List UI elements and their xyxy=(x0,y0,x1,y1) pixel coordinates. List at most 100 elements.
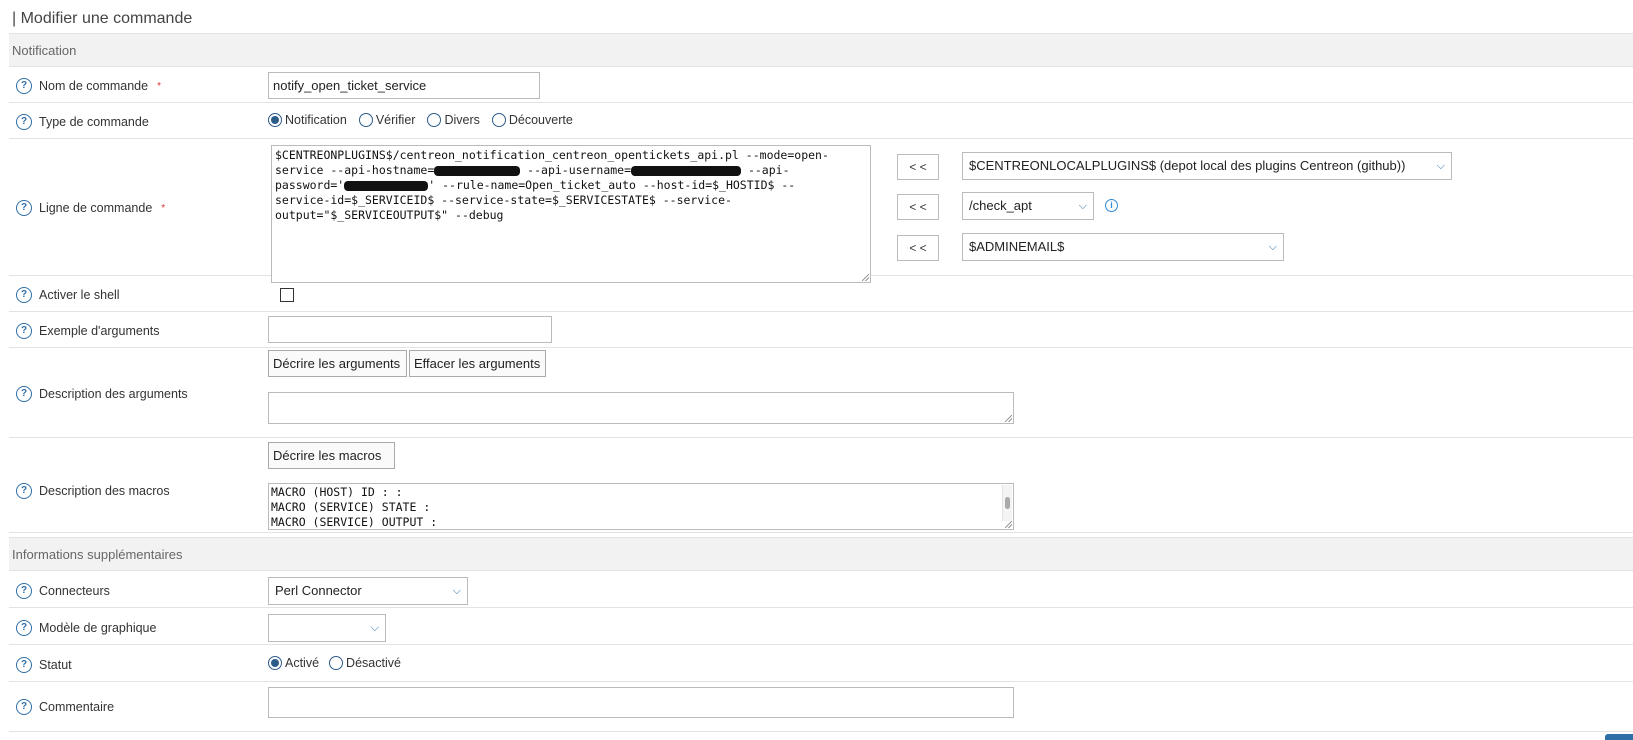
describe-macros-button[interactable]: Décrire les macros xyxy=(268,442,395,469)
required-marker: * xyxy=(157,80,161,92)
command-line-text: --api-username= xyxy=(520,163,632,177)
radio-label: Divers xyxy=(444,113,480,127)
resize-grip-icon[interactable] xyxy=(1005,521,1012,528)
help-icon[interactable]: ? xyxy=(16,78,32,94)
plugin-select[interactable]: /check_apt ⌵ xyxy=(962,192,1094,220)
radio-active[interactable]: Activé xyxy=(268,656,319,670)
row-connectors: ? Connecteurs Perl Connector ⌵ xyxy=(9,571,1633,608)
radio-inactive[interactable]: Désactivé xyxy=(329,656,401,670)
redaction-mark xyxy=(434,165,521,176)
graph-template-select[interactable]: ⌵ xyxy=(268,614,386,642)
enable-shell-label: Activer le shell xyxy=(39,288,120,302)
radio-button[interactable] xyxy=(427,113,442,127)
status-label: Statut xyxy=(39,658,72,672)
help-icon[interactable]: ? xyxy=(16,287,32,303)
resize-grip-icon[interactable] xyxy=(1005,415,1012,422)
chevron-down-icon: ⌵ xyxy=(452,585,461,597)
comment-textarea[interactable] xyxy=(268,687,1014,718)
help-icon[interactable]: ? xyxy=(16,114,32,130)
submit-button-edge[interactable] xyxy=(1605,734,1633,740)
radio-button[interactable] xyxy=(329,656,344,670)
radio-verifier[interactable]: Vérifier xyxy=(358,113,415,127)
row-command-line: ? Ligne de commande * $CENTREONPLUGINS$/c… xyxy=(9,139,1633,283)
chevron-down-icon: ⌵ xyxy=(1268,241,1277,253)
command-line-textarea[interactable]: $CENTREONPLUGINS$/centreon_notification_… xyxy=(271,145,871,283)
radio-button[interactable] xyxy=(358,113,373,127)
chevron-down-icon: ⌵ xyxy=(1078,200,1087,212)
describe-arguments-button[interactable]: Décrire les arguments xyxy=(268,350,407,377)
argument-description-textarea[interactable] xyxy=(268,392,1014,424)
label-group: ? Modèle de graphique xyxy=(16,620,156,636)
command-line-text: --api- xyxy=(741,163,790,177)
label-group: ? Nom de commande * xyxy=(16,78,161,94)
macro-description-text: MACRO (HOST) ID : : MACRO (SERVICE) STAT… xyxy=(271,485,438,529)
page-title: | Modifier une commande xyxy=(12,10,193,27)
row-command-name: ? Nom de commande * notify_open_ticket_se… xyxy=(9,67,1633,103)
help-icon[interactable]: ? xyxy=(16,620,32,636)
radio-decouverte[interactable]: Découverte xyxy=(491,113,573,127)
macro-description-textarea[interactable]: MACRO (HOST) ID : : MACRO (SERVICE) STAT… xyxy=(268,483,1014,530)
insert-macro-button[interactable]: < < xyxy=(897,235,939,261)
help-icon[interactable]: ? xyxy=(16,483,32,499)
help-icon[interactable]: ? xyxy=(16,200,32,216)
chevron-down-icon: ⌵ xyxy=(370,622,379,634)
label-group: ? Ligne de commande * xyxy=(16,200,165,216)
section-header-notification: Notification xyxy=(9,33,1633,67)
label-group: ? Connecteurs xyxy=(16,583,110,599)
row-argument-description: ? Description des arguments Décrire les … xyxy=(9,348,1633,438)
command-line-text: service --api-hostname= xyxy=(275,163,435,177)
command-line-label: Ligne de commande xyxy=(39,201,153,215)
command-type-label: Type de commande xyxy=(39,115,149,129)
command-line-text: $CENTREONPLUGINS$/centreon_notification_… xyxy=(275,148,829,162)
clear-arguments-button[interactable]: Effacer les arguments xyxy=(409,350,546,377)
scrollbar[interactable] xyxy=(1002,485,1012,521)
radio-button[interactable] xyxy=(491,113,506,127)
radio-divers[interactable]: Divers xyxy=(427,113,480,127)
footer-divider xyxy=(9,731,1633,732)
command-name-input[interactable]: notify_open_ticket_service xyxy=(268,72,540,99)
help-icon[interactable]: ? xyxy=(16,657,32,673)
row-status: ? Statut Activé Désactivé xyxy=(9,645,1633,682)
connectors-label: Connecteurs xyxy=(39,584,110,598)
radio-label: Découverte xyxy=(508,113,573,127)
label-group: ? Type de commande xyxy=(16,114,149,130)
radio-notification[interactable]: Notification xyxy=(268,113,347,127)
radio-label: Activé xyxy=(285,656,320,670)
command-line-text: password=' xyxy=(275,178,345,192)
label-group: ? Exemple d'arguments xyxy=(16,323,160,339)
radio-button[interactable] xyxy=(268,113,282,127)
help-icon[interactable]: ? xyxy=(16,583,32,599)
label-group: ? Activer le shell xyxy=(16,287,120,303)
macro-description-label: Description des macros xyxy=(39,484,170,498)
row-enable-shell: ? Activer le shell xyxy=(9,276,1633,312)
command-line-text: output="$_SERVICEOUTPUT$" --debug xyxy=(275,208,504,222)
argument-example-input[interactable] xyxy=(268,316,552,343)
redaction-mark xyxy=(344,180,429,191)
status-radios: Activé Désactivé xyxy=(268,656,401,670)
help-icon[interactable]: ? xyxy=(16,386,32,402)
help-icon[interactable]: ? xyxy=(16,323,32,339)
macro-select[interactable]: $ADMINEMAIL$ ⌵ xyxy=(962,233,1284,261)
row-graph-template: ? Modèle de graphique ⌵ xyxy=(9,608,1633,645)
redaction-mark xyxy=(631,165,742,176)
info-icon[interactable]: i xyxy=(1105,199,1118,212)
section-header-additional: Informations supplémentaires xyxy=(9,537,1633,571)
help-icon[interactable]: ? xyxy=(16,699,32,715)
label-group: ? Description des macros xyxy=(16,483,170,499)
scrollbar-thumb[interactable] xyxy=(1005,497,1010,509)
command-name-label: Nom de commande xyxy=(39,79,149,93)
connectors-select[interactable]: Perl Connector ⌵ xyxy=(268,577,468,605)
argument-example-label: Exemple d'arguments xyxy=(39,324,160,338)
plugin-dir-select[interactable]: $CENTREONLOCALPLUGINS$ (depot local des … xyxy=(962,152,1452,180)
row-argument-example: ? Exemple d'arguments xyxy=(9,312,1633,348)
insert-plugin-dir-button[interactable]: < < xyxy=(897,154,939,180)
label-group: ? Description des arguments xyxy=(16,386,188,402)
row-macro-description: ? Description des macros Décrire les mac… xyxy=(9,438,1633,533)
command-type-radios: Notification Vérifier Divers Découverte xyxy=(268,113,573,127)
select-value: $ADMINEMAIL$ xyxy=(969,239,1065,254)
enable-shell-checkbox[interactable] xyxy=(280,288,294,302)
row-command-type: ? Type de commande Notification Vérifier… xyxy=(9,103,1633,139)
insert-plugin-button[interactable]: < < xyxy=(897,194,939,220)
radio-button[interactable] xyxy=(268,656,282,670)
select-value: /check_apt xyxy=(969,198,1032,213)
